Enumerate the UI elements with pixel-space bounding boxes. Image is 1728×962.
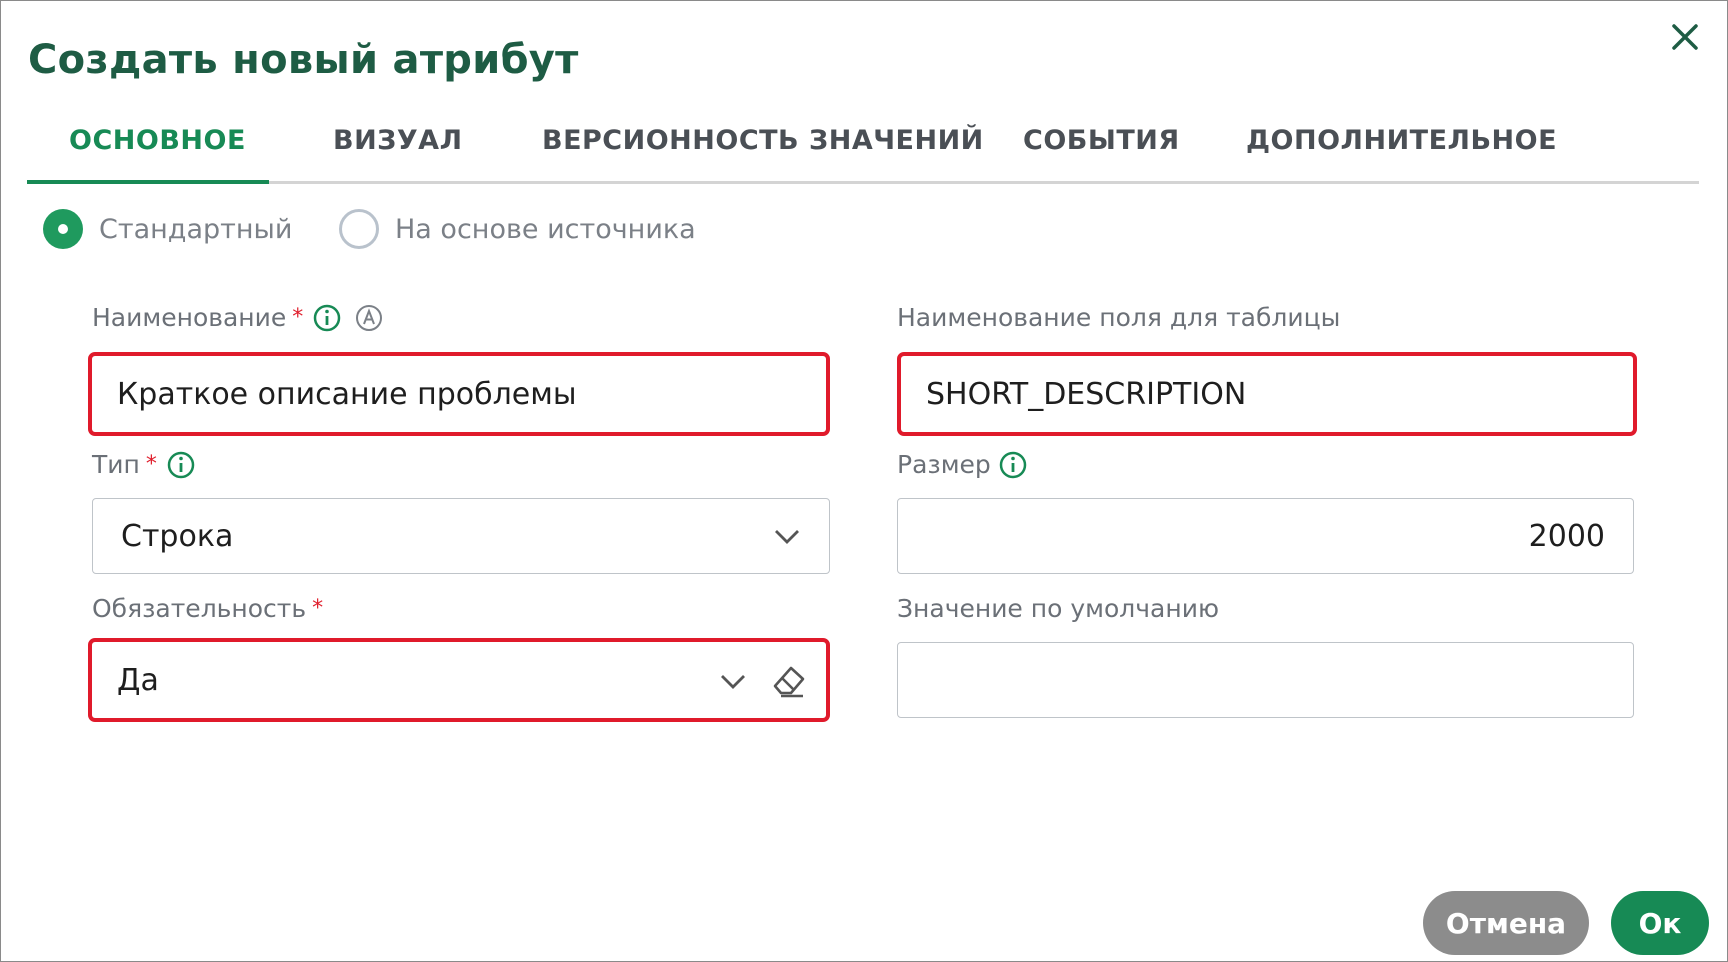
name-input[interactable]: Краткое описание проблемы [88,352,830,436]
radio-source-based-label: На основе источника [395,213,696,245]
default-value-label: Значение по умолчанию [897,594,1219,623]
ok-button[interactable]: Ок [1611,891,1709,955]
size-label-text: Размер [897,450,991,479]
create-attribute-dialog: Создать новый атрибут ОСНОВНОЕ ВИЗУАЛ ВЕ… [0,0,1728,962]
auto-translate-icon[interactable] [355,304,383,332]
required-select[interactable]: Да [88,638,830,722]
required-asterisk: * [145,452,157,477]
type-label-text: Тип [92,450,140,479]
chevron-down-icon [721,675,745,689]
info-icon[interactable] [313,304,341,332]
table-field-label-text: Наименование поля для таблицы [897,303,1341,332]
name-label-text: Наименование [92,303,287,332]
table-field-name-label: Наименование поля для таблицы [897,303,1340,332]
tab-visual[interactable]: ВИЗУАЛ [333,125,463,156]
type-select[interactable]: Строка [92,498,830,574]
clear-eraser-icon[interactable] [769,660,809,700]
tab-additional[interactable]: ДОПОЛНИТЕЛЬНОЕ [1246,125,1557,156]
dialog-title: Создать новый атрибут [28,37,579,83]
name-field-label: Наименование * [92,303,383,332]
tab-events[interactable]: СОБЫТИЯ [1023,125,1180,156]
radio-checked-icon [43,209,83,249]
radio-standard-label: Стандартный [99,213,293,245]
info-icon[interactable] [167,451,195,479]
required-asterisk: * [312,596,324,621]
default-value-label-text: Значение по умолчанию [897,594,1220,623]
type-select-value: Строка [121,518,234,554]
table-field-name-input[interactable]: SHORT_DESCRIPTION [897,352,1637,436]
required-field-label: Обязательность * [92,594,323,623]
tab-value-versioning[interactable]: ВЕРСИОННОСТЬ ЗНАЧЕНИЙ [542,125,984,156]
cancel-button[interactable]: Отмена [1423,891,1589,955]
table-field-input-value: SHORT_DESCRIPTION [926,376,1247,412]
info-icon[interactable] [999,451,1027,479]
radio-standard[interactable]: Стандартный [43,209,292,249]
size-input[interactable]: 2000 [897,498,1634,574]
close-icon[interactable] [1669,21,1701,53]
required-select-value: Да [117,662,159,698]
radio-unchecked-icon [339,209,379,249]
default-value-input[interactable] [897,642,1634,718]
chevron-down-icon [775,530,799,544]
size-input-value: 2000 [1528,518,1605,554]
tab-main[interactable]: ОСНОВНОЕ [69,125,246,156]
active-tab-indicator [27,180,269,184]
name-input-value: Краткое описание проблемы [117,376,577,412]
radio-source-based[interactable]: На основе источника [339,209,696,249]
type-field-label: Тип * [92,450,195,479]
tab-bar: ОСНОВНОЕ ВИЗУАЛ ВЕРСИОННОСТЬ ЗНАЧЕНИЙ СО… [27,111,1699,184]
size-field-label: Размер [897,450,1027,479]
required-label-text: Обязательность [92,594,307,623]
required-asterisk: * [292,305,304,330]
